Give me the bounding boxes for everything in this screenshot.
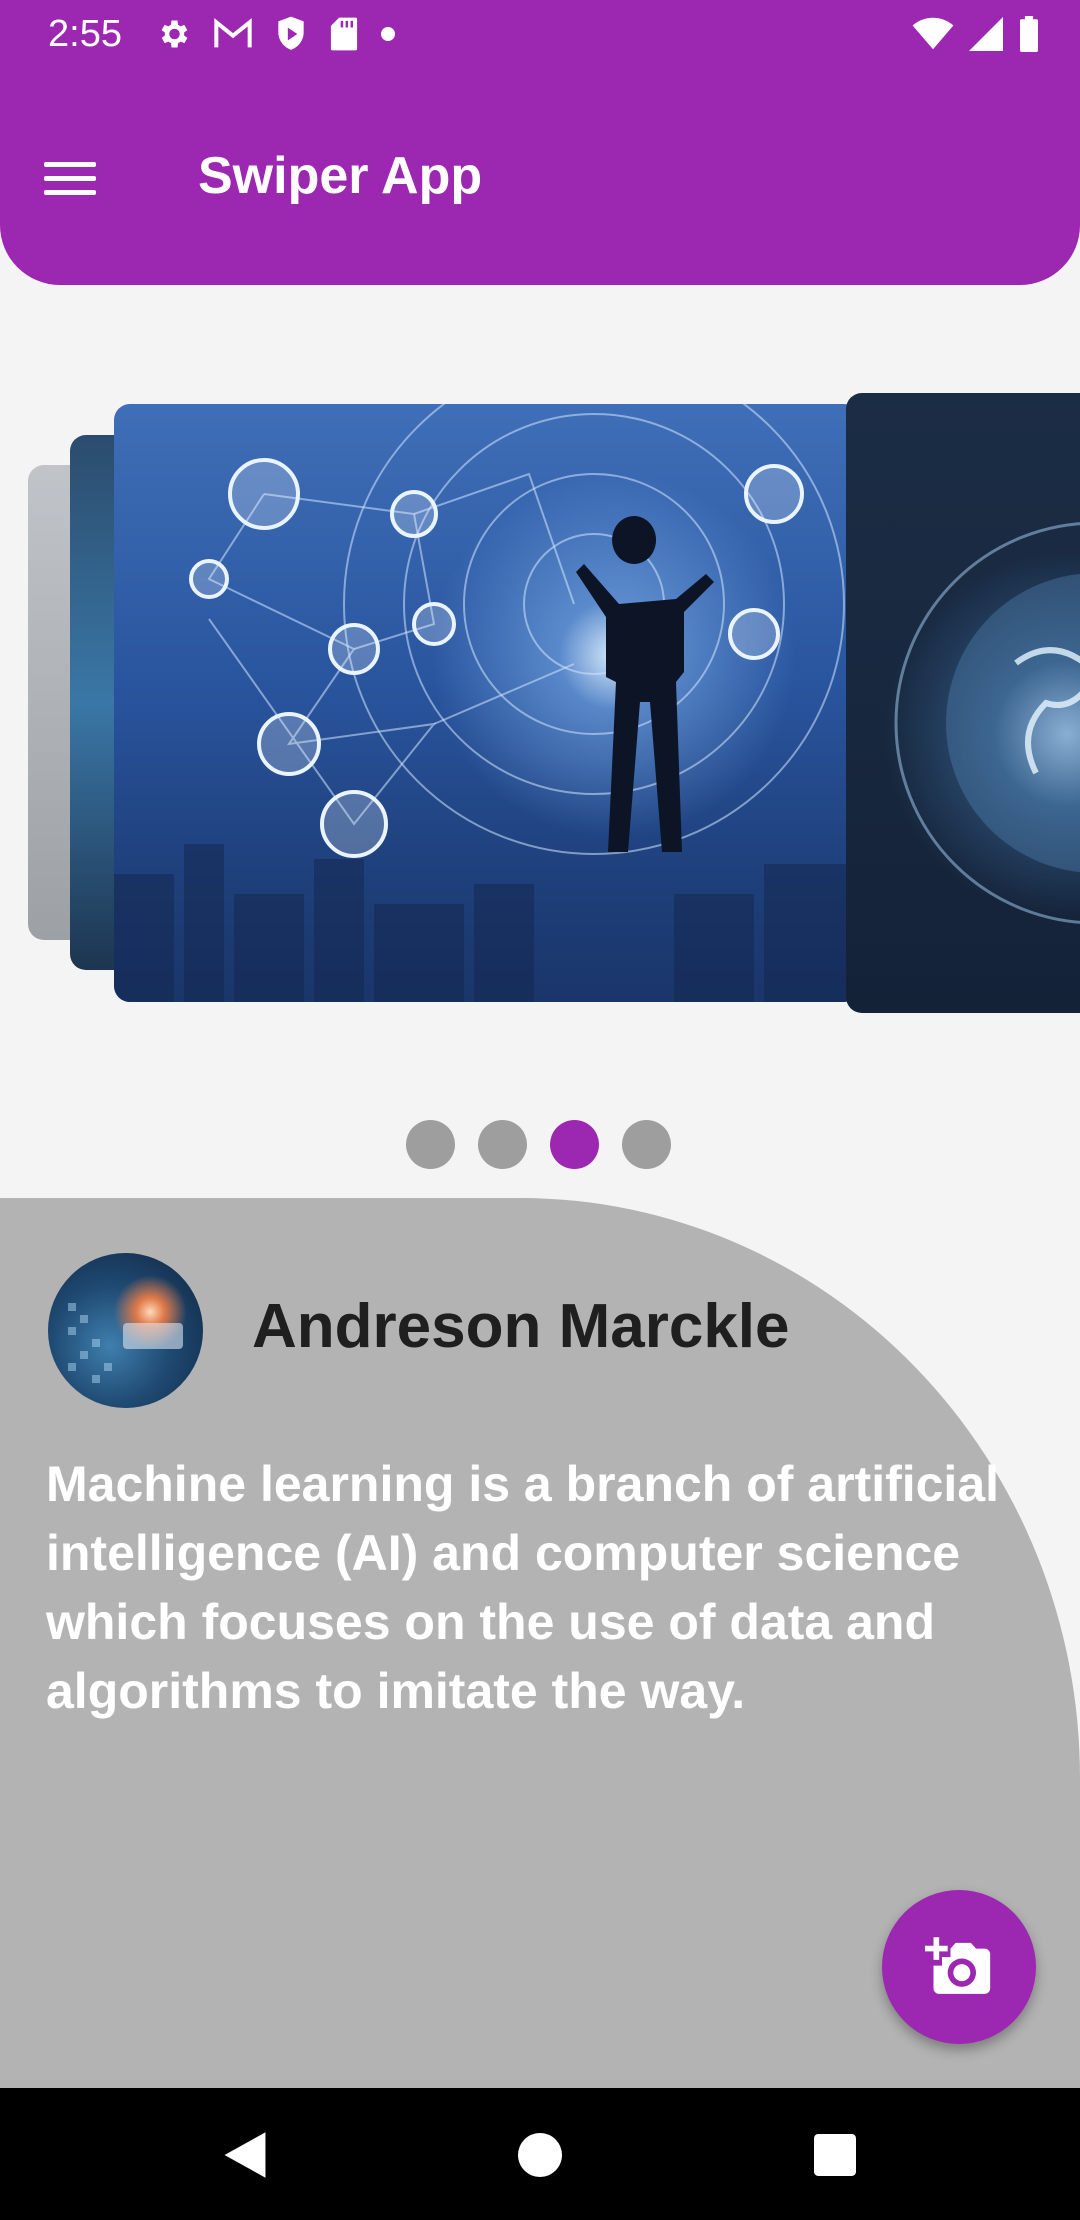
carousel-slide-next[interactable]	[846, 393, 1080, 1013]
back-button[interactable]	[210, 2120, 280, 2190]
hamburger-menu-icon[interactable]	[44, 148, 108, 208]
pagination-dot-4[interactable]	[622, 1120, 671, 1169]
home-icon	[518, 2133, 562, 2177]
author-name: Andreson Marckle	[252, 1292, 790, 1361]
pagination-dots	[406, 1120, 671, 1169]
gear-icon	[161, 20, 188, 48]
add-photo-camera-icon	[925, 1937, 991, 1994]
app-title: Swiper App	[198, 147, 483, 205]
pagination-dot-1[interactable]	[406, 1120, 455, 1169]
pagination-dot-3-active[interactable]	[550, 1120, 599, 1169]
tech-avatar-image	[68, 1303, 183, 1383]
status-time: 2:55	[48, 13, 122, 55]
back-icon	[224, 2132, 266, 2178]
shield-play-icon	[278, 16, 304, 50]
digital-globe-image	[894, 522, 1080, 924]
app-bar: 2:55 Swiper App	[0, 0, 1080, 285]
smart-city-businessman-image	[114, 404, 860, 1002]
gmail-icon	[214, 18, 252, 48]
home-button[interactable]	[505, 2120, 575, 2190]
wifi-icon	[912, 17, 954, 50]
status-icons-left	[155, 14, 395, 54]
status-icons-right	[912, 14, 1040, 54]
recents-icon	[814, 2134, 856, 2176]
avatar	[48, 1253, 203, 1408]
battery-icon	[1020, 16, 1038, 52]
pagination-dot-2[interactable]	[478, 1120, 527, 1169]
sd-card-icon	[330, 17, 358, 51]
signal-icon	[969, 17, 1003, 51]
dot-icon	[381, 27, 395, 41]
carousel-slide-active[interactable]	[114, 404, 860, 1002]
recents-button[interactable]	[800, 2120, 870, 2190]
add-photo-button[interactable]	[882, 1890, 1036, 2044]
description-text: Machine learning is a branch of artifici…	[46, 1456, 1000, 1719]
